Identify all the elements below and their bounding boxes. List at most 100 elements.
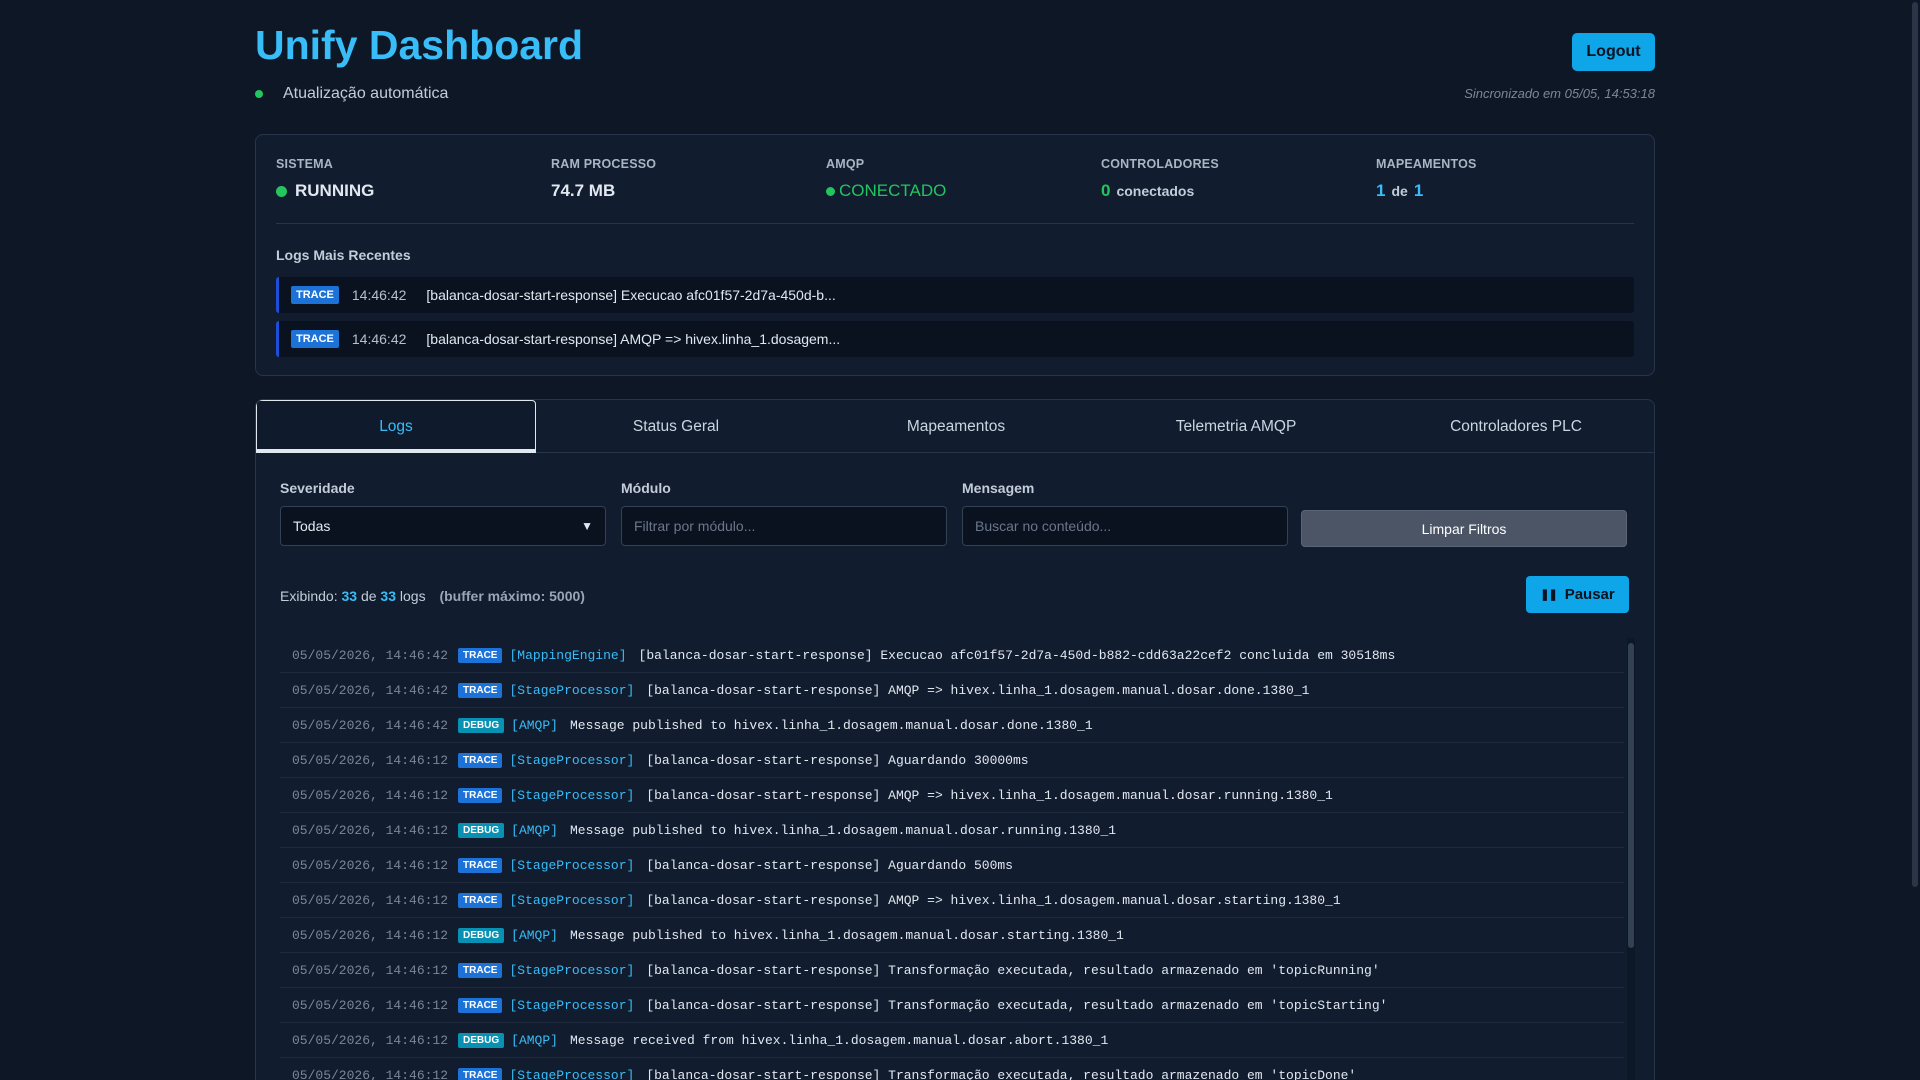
module-label: Módulo bbox=[621, 480, 671, 496]
dropdown-arrow-icon: ▼ bbox=[581, 519, 593, 533]
stat-mapeamentos: MAPEAMENTOS 1 de 1 bbox=[1376, 157, 1477, 201]
log-message: [balanca-dosar-start-response] AMQP => h… bbox=[646, 787, 1333, 803]
log-row: 05/05/2026, 14:46:12 TRACE [StageProcessor… bbox=[280, 953, 1624, 988]
log-timestamp: 05/05/2026, 14:46:12 bbox=[292, 1032, 449, 1048]
controllers-count: 0 bbox=[1101, 181, 1111, 200]
page-title: Unify Dashboard bbox=[255, 22, 584, 68]
count-unit: logs bbox=[399, 588, 426, 604]
stat-value: CONECTADO bbox=[826, 181, 946, 201]
stat-value: RUNNING bbox=[276, 181, 374, 201]
recent-log-item: TRACE 14:46:42 [balanca-dosar-start-resp… bbox=[276, 321, 1634, 357]
message-search-input[interactable] bbox=[962, 506, 1288, 546]
log-row: 05/05/2026, 14:46:12 DEBUG [AMQP] Message r… bbox=[280, 1023, 1624, 1058]
log-message: [balanca-dosar-start-response] Transform… bbox=[646, 962, 1380, 978]
level-badge: TRACE bbox=[291, 330, 339, 348]
log-timestamp: 05/05/2026, 14:46:12 bbox=[292, 857, 449, 873]
mappings-total: 1 bbox=[1413, 181, 1424, 200]
stat-label: SISTEMA bbox=[276, 157, 333, 171]
severity-select[interactable]: Todas ▼ bbox=[280, 506, 606, 546]
log-scrollbar-thumb[interactable] bbox=[1628, 643, 1634, 948]
log-timestamp: 05/05/2026, 14:46:12 bbox=[292, 1067, 449, 1080]
log-list[interactable]: 05/05/2026, 14:46:42 TRACE [MappingEngine]… bbox=[280, 638, 1624, 1080]
level-badge: TRACE bbox=[458, 892, 503, 908]
log-row: 05/05/2026, 14:46:42 TRACE [MappingEngine]… bbox=[280, 638, 1624, 673]
level-badge: TRACE bbox=[458, 1067, 503, 1080]
level-badge: TRACE bbox=[458, 857, 503, 873]
level-badge: TRACE bbox=[458, 962, 503, 978]
level-badge: DEBUG bbox=[458, 717, 505, 733]
log-module: [StageProcessor] bbox=[509, 857, 635, 873]
tab-controladores-plc[interactable]: Controladores PLC bbox=[1376, 400, 1654, 453]
level-badge: TRACE bbox=[458, 997, 503, 1013]
log-timestamp: 05/05/2026, 14:46:12 bbox=[292, 997, 449, 1013]
log-row: 05/05/2026, 14:46:12 TRACE [StageProcessor… bbox=[280, 1058, 1624, 1080]
log-module: [MappingEngine] bbox=[509, 647, 627, 663]
stat-controladores: CONTROLADORES 0 conectados bbox=[1101, 157, 1219, 201]
log-module: [StageProcessor] bbox=[509, 1067, 635, 1080]
system-status: RUNNING bbox=[295, 181, 375, 200]
stat-amqp: AMQP CONECTADO bbox=[826, 157, 946, 201]
log-module: [AMQP] bbox=[511, 927, 558, 943]
log-timestamp: 05/05/2026, 14:46:12 bbox=[292, 752, 449, 768]
log-message: [balanca-dosar-start-response] AMQP => h… bbox=[426, 331, 841, 347]
log-timestamp: 05/05/2026, 14:46:42 bbox=[292, 647, 449, 663]
log-row: 05/05/2026, 14:46:12 DEBUG [AMQP] Message p… bbox=[280, 918, 1624, 953]
auto-update-indicator: Atualização automática bbox=[255, 85, 448, 103]
count-prefix: Exibindo: bbox=[280, 588, 338, 604]
clear-filters-button[interactable]: Limpar Filtros bbox=[1301, 510, 1627, 547]
stat-label: MAPEAMENTOS bbox=[1376, 157, 1477, 171]
controllers-suffix: conectados bbox=[1116, 183, 1195, 199]
log-row: 05/05/2026, 14:46:12 TRACE [StageProcessor… bbox=[280, 743, 1624, 778]
module-filter-input[interactable] bbox=[621, 506, 947, 546]
page-scrollbar[interactable] bbox=[1910, 0, 1920, 1080]
tab-mapeamentos[interactable]: Mapeamentos bbox=[816, 400, 1096, 453]
pause-icon: ❚❚ bbox=[1540, 589, 1557, 601]
sync-timestamp: Sincronizado em 05/05, 14:53:18 bbox=[1464, 86, 1655, 101]
logout-button[interactable]: Logout bbox=[1572, 33, 1655, 71]
log-row: 05/05/2026, 14:46:42 TRACE [StageProcessor… bbox=[280, 673, 1624, 708]
log-message: [balanca-dosar-start-response] Execucao … bbox=[638, 647, 1396, 663]
count-of: de bbox=[360, 588, 377, 604]
log-row: 05/05/2026, 14:46:12 TRACE [StageProcessor… bbox=[280, 988, 1624, 1023]
log-timestamp: 05/05/2026, 14:46:12 bbox=[292, 927, 449, 943]
tab-telemetria-amqp[interactable]: Telemetria AMQP bbox=[1096, 400, 1376, 453]
stat-label: RAM PROCESSO bbox=[551, 157, 657, 171]
tab-status-geral[interactable]: Status Geral bbox=[536, 400, 816, 453]
stat-ram: RAM PROCESSO 74.7 MB bbox=[551, 157, 656, 201]
level-badge: TRACE bbox=[458, 752, 503, 768]
connected-dot-icon bbox=[826, 186, 835, 196]
level-badge: TRACE bbox=[458, 682, 503, 698]
log-module: [AMQP] bbox=[511, 1032, 558, 1048]
tab-logs[interactable]: Logs bbox=[256, 400, 536, 453]
level-badge: TRACE bbox=[458, 647, 503, 663]
recent-logs-title: Logs Mais Recentes bbox=[276, 247, 411, 263]
log-row: 05/05/2026, 14:46:12 TRACE [StageProcessor… bbox=[280, 883, 1624, 918]
auto-update-label: Atualização automática bbox=[283, 85, 449, 102]
log-message: [balanca-dosar-start-response] Aguardand… bbox=[646, 857, 1013, 873]
stat-value: 0 conectados bbox=[1101, 181, 1219, 201]
pause-button[interactable]: ❚❚ Pausar bbox=[1526, 576, 1629, 613]
log-module: [AMQP] bbox=[511, 717, 558, 733]
severity-value: Todas bbox=[293, 518, 331, 534]
level-badge: TRACE bbox=[458, 787, 503, 803]
log-row: 05/05/2026, 14:46:12 TRACE [StageProcessor… bbox=[280, 848, 1624, 883]
log-message: [balanca-dosar-start-response] AMQP => h… bbox=[646, 682, 1310, 698]
page-scrollbar-thumb[interactable] bbox=[1912, 2, 1918, 887]
log-message: [balanca-dosar-start-response] Transform… bbox=[646, 997, 1388, 1013]
ram-value: 74.7 MB bbox=[551, 181, 616, 200]
main-panel: Logs Status Geral Mapeamentos Telemetria… bbox=[255, 399, 1655, 1080]
log-module: [StageProcessor] bbox=[509, 962, 635, 978]
stat-label: AMQP bbox=[826, 157, 865, 171]
amqp-status: CONECTADO bbox=[839, 181, 947, 200]
log-module: [AMQP] bbox=[511, 822, 558, 838]
log-module: [StageProcessor] bbox=[509, 997, 635, 1013]
log-module: [StageProcessor] bbox=[509, 892, 635, 908]
log-timestamp: 05/05/2026, 14:46:12 bbox=[292, 787, 449, 803]
log-module: [StageProcessor] bbox=[509, 682, 635, 698]
mappings-of: de bbox=[1391, 183, 1408, 199]
count-shown: 33 bbox=[341, 588, 358, 604]
log-module: [StageProcessor] bbox=[509, 787, 635, 803]
severity-label: Severidade bbox=[280, 480, 355, 496]
log-message: Message published to hivex.linha_1.dosag… bbox=[569, 717, 1093, 733]
message-label: Mensagem bbox=[962, 480, 1035, 496]
